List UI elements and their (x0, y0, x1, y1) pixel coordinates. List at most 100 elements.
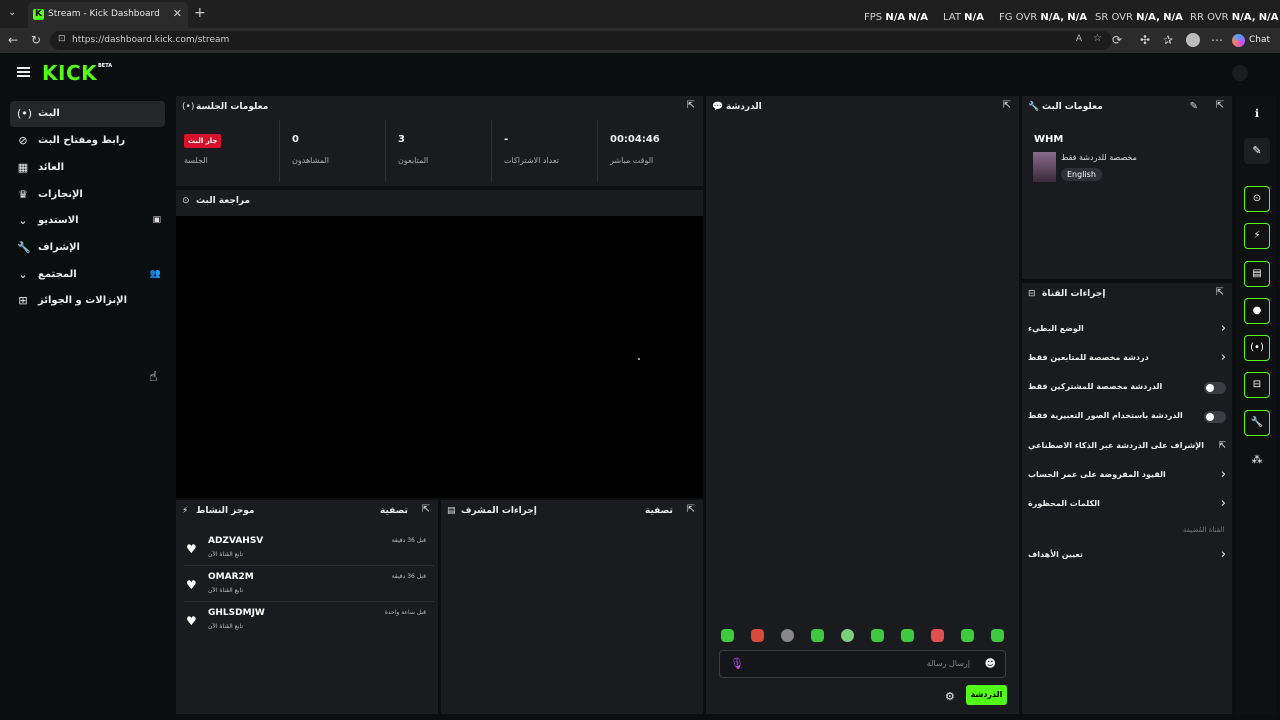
lightning-icon[interactable]: ⚡ (1244, 223, 1270, 249)
filter-button[interactable]: تصفية (380, 506, 408, 516)
live-badge: جار البث (184, 134, 222, 148)
more-menu-icon[interactable]: ⋯ (1211, 33, 1223, 47)
emote-icon[interactable] (931, 629, 944, 642)
chat-input[interactable]: 🎙 إرسال رسالة ☻ (719, 650, 1006, 678)
sidebar-item-stream[interactable]: (•) البث (10, 101, 165, 127)
chevron-down-icon: ⌄ (18, 214, 28, 227)
mouse-cursor-icon: ☝ (149, 369, 158, 385)
user-avatar[interactable] (1232, 65, 1248, 81)
expand-icon[interactable]: ⇱ (422, 504, 430, 515)
studio-icon: ▣ (152, 215, 161, 225)
apps-icon[interactable]: ⁂ (1244, 447, 1270, 473)
action-account-age[interactable]: القيود المفروضة على عمر الحساب › (1028, 466, 1226, 486)
action-ai-moderation[interactable]: الإشراف على الدردشة عبر الذكاء الاصطناعي… (1028, 437, 1226, 457)
activity-feed-panel: ⚡ موجز النشاط تصفية ⇱ ♥ ADZVAHSV تابع ال… (176, 500, 438, 714)
expand-icon[interactable]: ⇱ (1216, 100, 1224, 111)
action-banned-words[interactable]: الكلمات المحظورة › (1028, 495, 1226, 515)
stream-info-panel: 🔧 معلومات البث ✎ ⇱ WHM مخصصة للدردشة فقط… (1022, 96, 1232, 279)
favorites-icon[interactable]: ✰ (1163, 33, 1173, 47)
emoji-icon[interactable]: ☻ (985, 657, 996, 670)
refresh-ext-icon[interactable]: ⟳ (1112, 33, 1122, 47)
browser-tab[interactable]: K Stream - Kick Dashboard ✕ (28, 2, 188, 28)
channel-actions-icon[interactable]: ⊟ (1244, 372, 1270, 398)
preview-toggle-icon[interactable]: ⊙ (1244, 186, 1270, 212)
close-tab-icon[interactable]: ✕ (173, 7, 182, 20)
activity-time: قبل ساعة واحدة (384, 609, 426, 616)
new-tab-icon[interactable]: + (194, 5, 206, 21)
action-slow-mode[interactable]: الوضع البطيء › (1028, 320, 1226, 340)
sidebar-item-achievements[interactable]: ♛ الإنجازات (10, 182, 165, 208)
expand-icon[interactable]: ⇱ (1216, 287, 1224, 298)
edit-icon[interactable]: ✎ (1244, 138, 1270, 164)
panel-title: إجراءات القناة (1042, 289, 1106, 299)
sidebar-item-drops[interactable]: ⊞ الإنزالات و الجوائز (10, 288, 165, 314)
tab-title: Stream - Kick Dashboard (48, 9, 160, 19)
emote-icon[interactable] (751, 629, 764, 642)
site-info-icon[interactable]: ⊡ (58, 34, 66, 44)
follower-name[interactable]: ADZVAHSV (208, 536, 263, 546)
filter-button[interactable]: تصفية (645, 506, 673, 516)
browser-address-bar: ← ↻ ⊡ https://dashboard.kick.com/stream … (0, 28, 1280, 53)
microphone-icon[interactable]: 🎙 (730, 657, 744, 670)
sidebar-item-stream-key[interactable]: ⊘ رابط ومفتاح البث (10, 128, 165, 154)
read-aloud-icon[interactable]: A (1076, 34, 1082, 44)
chevron-right-icon: › (1220, 467, 1226, 482)
subscribers-only-toggle[interactable] (1204, 382, 1226, 394)
action-label: الدردشة مخصصة للمشتركين فقط (1028, 382, 1163, 391)
chat-placeholder: إرسال رسالة (926, 659, 970, 668)
emotes-only-toggle[interactable] (1204, 411, 1226, 423)
heart-icon: ♥ (186, 542, 197, 556)
sidebar-item-studio[interactable]: ⌄ الاستديو ▣ (10, 208, 165, 234)
sidebar-item-label: المجتمع (38, 269, 77, 280)
reload-icon[interactable]: ↻ (31, 33, 41, 47)
mod-log-icon[interactable]: ▤ (1244, 261, 1270, 287)
panel-header: ⊟ إجراءات القناة ⇱ (1022, 283, 1232, 307)
follower-name[interactable]: OMAR2M (208, 572, 254, 582)
action-followers-only[interactable]: دردشة مخصصة للمتابعين فقط › (1028, 349, 1226, 369)
expand-icon[interactable]: ⇱ (687, 504, 695, 515)
info-icon[interactable]: ℹ (1244, 101, 1270, 127)
menu-icon[interactable] (17, 67, 30, 77)
emote-icon[interactable] (721, 629, 734, 642)
copilot-chat-button[interactable]: Chat (1232, 31, 1272, 50)
emote-icon[interactable] (841, 629, 854, 642)
panel-title: مراجعة البث (196, 196, 251, 206)
mod-log-icon: ▤ (447, 506, 456, 516)
emote-icon[interactable] (991, 629, 1004, 642)
kick-logo[interactable]: KICK (42, 61, 97, 85)
wrench-icon[interactable]: 🔧 (1244, 410, 1270, 436)
wrench-icon: 🔧 (1028, 102, 1040, 112)
chat-settings-icon[interactable]: ⚙ (945, 690, 955, 703)
sidebar-item-moderation[interactable]: 🔧 الإشراف (10, 235, 165, 261)
expand-icon[interactable]: ⇱ (1003, 100, 1011, 111)
send-chat-button[interactable]: الدردشة (966, 685, 1007, 705)
tab-list-icon[interactable]: ⌄ (8, 7, 16, 18)
activity-item: ♥ GHLSDMJW تابع القناة الآن قبل ساعة واح… (184, 604, 434, 638)
expand-icon[interactable]: ⇱ (687, 100, 695, 111)
back-icon[interactable]: ← (8, 33, 18, 47)
emote-icon[interactable] (901, 629, 914, 642)
extensions-icon[interactable]: ✣ (1140, 33, 1150, 47)
panel-header: 🔧 معلومات البث ✎ ⇱ (1022, 96, 1232, 120)
action-set-goals[interactable]: تعيين الأهداف › (1028, 546, 1226, 566)
chat-bubble-icon[interactable]: ● (1244, 298, 1270, 324)
emote-icon[interactable] (781, 629, 794, 642)
profile-avatar[interactable] (1186, 33, 1200, 47)
follower-name[interactable]: GHLSDMJW (208, 608, 265, 618)
emote-icon[interactable] (961, 629, 974, 642)
emote-icon[interactable] (811, 629, 824, 642)
viewers-cell: 0 المشاهدون (280, 120, 386, 182)
live-time-value: 00:04:46 (610, 134, 660, 145)
video-dot (638, 358, 640, 360)
lightning-icon: ⚡ (182, 506, 189, 516)
url-field[interactable]: ⊡ https://dashboard.kick.com/stream A ☆ (50, 31, 1112, 50)
emote-icon[interactable] (871, 629, 884, 642)
video-player[interactable] (176, 216, 703, 498)
sidebar-item-revenue[interactable]: ▦ العائد (10, 155, 165, 181)
edit-icon[interactable]: ✎ (1190, 101, 1198, 112)
action-subscribers-only: الدردشة مخصصة للمشتركين فقط (1028, 378, 1226, 398)
broadcast-icon[interactable]: (•) (1244, 335, 1270, 361)
overlay-stat-rr: RR OVR N/A, N/A (1190, 12, 1279, 23)
sidebar-item-community[interactable]: ⌄ المجتمع 👥 (10, 262, 165, 288)
favorite-star-icon[interactable]: ☆ (1093, 33, 1102, 44)
